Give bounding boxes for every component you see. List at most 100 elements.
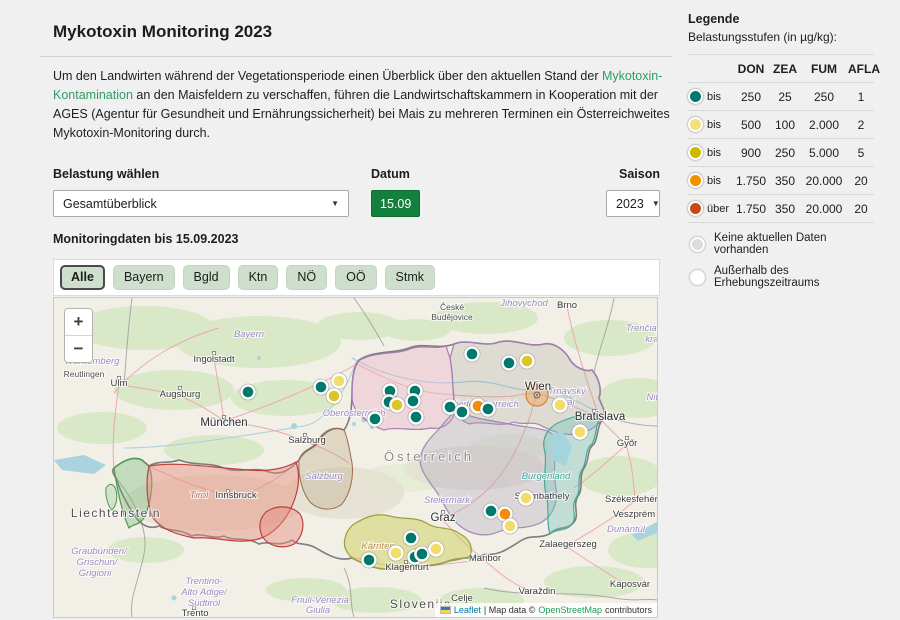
map-attribution: Leaflet | Map data © OpenStreetMap contr… — [435, 603, 657, 617]
map-label: Trentino- — [185, 576, 222, 587]
monitoring-marker-yellow_light[interactable] — [502, 518, 518, 534]
map-label: Győr — [617, 438, 638, 449]
region-tab-nö[interactable]: NÖ — [286, 265, 327, 290]
map-label: Grigioni — [79, 568, 113, 579]
map-label: Ulm — [111, 378, 128, 389]
belastung-value: Gesamtüberblick — [63, 197, 157, 211]
monitoring-marker-yellow_light[interactable] — [572, 424, 588, 440]
map-label: Salzburg — [305, 471, 343, 482]
map-label: Varaždin — [519, 586, 556, 597]
monitoring-marker-yellow_dark[interactable] — [326, 388, 342, 404]
legend-value: 900 — [732, 146, 770, 160]
map-label: Tirol — [190, 490, 209, 501]
belastung-select[interactable]: Gesamtüberblick ▼ — [53, 190, 349, 217]
map-label: Österreich — [384, 449, 474, 464]
region-tab-oö[interactable]: OÖ — [335, 265, 376, 290]
legend-value: 20 — [848, 174, 874, 188]
legend-value: 500 — [732, 118, 770, 132]
zoom-in-button[interactable]: + — [65, 309, 92, 336]
level-prefix: über — [707, 203, 729, 215]
map-container[interactable]: + − — [53, 297, 658, 618]
monitoring-marker-teal[interactable] — [454, 404, 470, 420]
monitoring-marker-yellow_dark[interactable] — [389, 397, 405, 413]
map-label: Burgenland — [522, 471, 571, 482]
map-label: Nitri — [647, 392, 657, 403]
monitoring-marker-yellow_light[interactable] — [518, 490, 534, 506]
map-zoom-control: + − — [64, 308, 93, 363]
filter-controls: Belastung wählen Gesamtüberblick ▼ Datum… — [53, 167, 660, 217]
attribution-suffix: contributors — [605, 605, 652, 615]
legend-extra-row: Außerhalb des Erhebungszeitraums — [688, 265, 874, 289]
legend-table: DONZEAFUMAFLAbis250252501bis5001002.0002… — [688, 54, 874, 223]
page-title: Mykotoxin Monitoring 2023 — [53, 22, 672, 42]
zoom-out-button[interactable]: − — [65, 336, 92, 362]
map-label: Budějovice — [431, 312, 473, 322]
monitoring-marker-teal[interactable] — [483, 503, 499, 519]
legend-row: bis250252501 — [688, 83, 874, 111]
monitoring-marker-teal[interactable] — [361, 552, 377, 568]
leaflet-link[interactable]: Leaflet — [454, 605, 481, 615]
monitoring-marker-yellow_light[interactable] — [552, 397, 568, 413]
monitoring-marker-teal[interactable] — [367, 411, 383, 427]
region-tab-stmk[interactable]: Stmk — [385, 265, 435, 290]
monitoring-marker-teal[interactable] — [480, 401, 496, 417]
map-label: kraj — [645, 334, 657, 345]
saison-select[interactable]: 2023 ▼ — [606, 190, 660, 217]
region-tab-ktn[interactable]: Ktn — [238, 265, 279, 290]
monitoring-marker-yellow_light[interactable] — [331, 373, 347, 389]
map-label: Bayern — [234, 329, 264, 340]
openstreetmap-link[interactable]: OpenStreetMap — [538, 605, 602, 615]
main-column: Mykotoxin Monitoring 2023 Um den Landwir… — [40, 0, 672, 620]
monitoring-marker-teal[interactable] — [405, 393, 421, 409]
monitoring-marker-teal[interactable] — [408, 409, 424, 425]
map-label: Trnavský — [548, 386, 587, 397]
monitoring-marker-yellow_light[interactable] — [388, 545, 404, 561]
map-label: Augsburg — [160, 389, 201, 400]
datum-label: Datum — [371, 167, 420, 181]
monitoring-marker-teal[interactable] — [403, 530, 419, 546]
monitoring-marker-yellow_light[interactable] — [428, 541, 444, 557]
level-prefix: bis — [707, 147, 721, 159]
map-label: České — [440, 302, 464, 312]
monitoring-marker-teal[interactable] — [464, 346, 480, 362]
map-label: Alto Adige/ — [180, 587, 228, 598]
legend-column-don: DON — [732, 62, 770, 76]
monitoring-marker-teal[interactable] — [240, 384, 256, 400]
wien-city-symbol-dot — [536, 394, 538, 396]
legend-subtitle: Belastungsstufen (in µg/kg): — [688, 30, 874, 44]
region-tabbar: Alle Bayern Bgld Ktn NÖ OÖ Stmk — [53, 259, 660, 296]
map-label: Maribor — [469, 553, 501, 564]
map-label: Graubünden/ — [71, 546, 128, 557]
chevron-down-icon: ▼ — [323, 199, 339, 208]
legend-value: 1.750 — [732, 202, 770, 216]
level-dot — [688, 117, 703, 132]
map-label: Zalaegerszeg — [539, 539, 597, 550]
level-prefix: bis — [707, 119, 721, 131]
attribution-text: | Map data © — [484, 605, 536, 615]
legend-value: 350 — [770, 174, 800, 188]
monitoring-marker-teal[interactable] — [501, 355, 517, 371]
map-label: Reutlingen — [64, 369, 105, 379]
ukraine-flag-icon — [440, 606, 451, 614]
chevron-down-icon: ▼ — [644, 199, 660, 208]
legend-column-zea: ZEA — [770, 62, 800, 76]
austria-map-svg[interactable]: WürttembergReutlingenUlmBayernIngolstadt… — [54, 298, 657, 617]
level-dot — [688, 89, 703, 104]
monitoring-marker-yellow_dark[interactable] — [519, 353, 535, 369]
intro-text-before: Um den Landwirten während der Vegetation… — [53, 69, 602, 83]
region-tab-bgld[interactable]: Bgld — [183, 265, 230, 290]
belastung-group: Belastung wählen Gesamtüberblick ▼ — [53, 167, 349, 217]
map-label: Liechtenstein — [71, 506, 161, 520]
map-label: Giulia — [306, 605, 330, 616]
datum-button[interactable]: 15.09 — [371, 190, 420, 217]
map-label: Wien — [525, 381, 551, 393]
legend-extra-label: Keine aktuellen Daten vorhanden — [714, 232, 874, 256]
map-base-geography — [54, 298, 657, 617]
monitoring-marker-teal[interactable] — [414, 546, 430, 562]
legend-value: 100 — [770, 118, 800, 132]
region-tab-alle[interactable]: Alle — [60, 265, 105, 290]
legend-value: 20.000 — [800, 174, 848, 188]
legend-value: 20 — [848, 202, 874, 216]
region-tab-bayern[interactable]: Bayern — [113, 265, 175, 290]
legend-row: bis1.75035020.00020 — [688, 167, 874, 195]
